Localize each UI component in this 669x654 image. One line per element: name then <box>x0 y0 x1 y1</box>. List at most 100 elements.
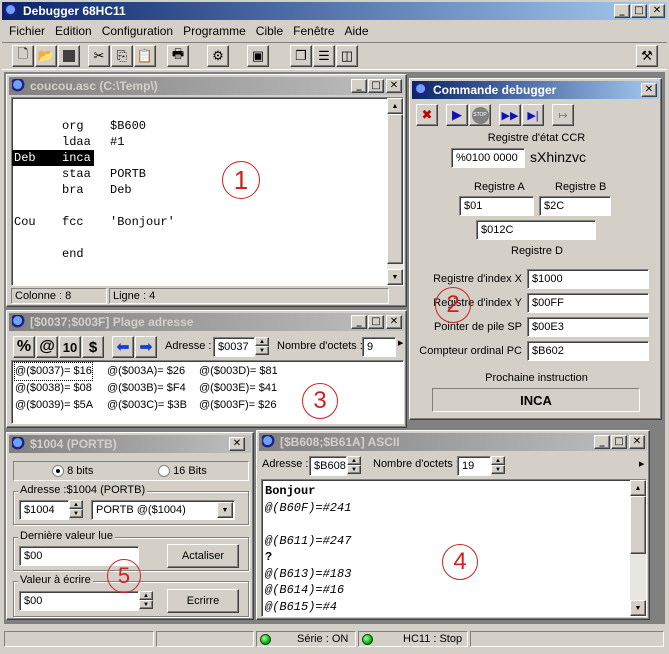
source-line[interactable] <box>14 102 384 118</box>
menu-item-4[interactable]: Cible <box>251 22 288 40</box>
spin-up-icon[interactable]: ▲ <box>255 337 269 346</box>
step-into-icon[interactable]: ▶| <box>522 104 544 126</box>
step-out-icon[interactable]: ↦ <box>552 104 574 126</box>
maximize-icon[interactable]: □ <box>631 4 647 18</box>
source-line[interactable]: bra Deb <box>14 182 384 198</box>
spin-down-icon[interactable]: ▼ <box>491 465 505 474</box>
port-register-select[interactable]: PORTB @($1004) <box>91 500 235 520</box>
port-address-field[interactable]: $1004 <box>19 500 69 520</box>
ascii-address-spinner[interactable]: ▲ ▼ <box>347 456 361 474</box>
range-values[interactable]: @($0037)= $16 @($003A)= $26 @($003D)= $81 @… <box>11 360 404 424</box>
source-editor[interactable]: org $B600 ldaa #1 Deb inca staa PORTB bra Deb Cou f… <box>11 97 404 286</box>
range-titlebar[interactable]: [$0037;$003F] Plage adresse _ □ ✕ <box>9 313 404 331</box>
ascii-window[interactable]: [$B608;$B61A] ASCII _ □ ✕ Adresse : $B60… <box>256 430 650 620</box>
help-icon[interactable]: ⚒ <box>636 45 658 67</box>
reg-y-field[interactable]: $00FF <box>527 293 649 313</box>
compile-icon[interactable]: ⚙ <box>207 45 229 67</box>
debugger-window[interactable]: Commande debugger ✕ ✖ ▶ STOP ▶▶ ▶| ↦ Reg… <box>409 78 662 420</box>
address-spinner[interactable]: ▲ ▼ <box>255 337 269 355</box>
previous-arrow-icon[interactable]: ⬅ <box>112 336 134 358</box>
range-cell[interactable]: @($003B)= $F4 <box>107 380 186 397</box>
ascii-bytes-field[interactable]: 19 <box>457 456 491 476</box>
range-cell[interactable]: @($003A)= $26 <box>107 363 185 380</box>
close-icon[interactable]: ✕ <box>629 435 645 449</box>
close-icon[interactable]: ✕ <box>641 83 657 97</box>
format-hex-button[interactable]: $ <box>82 336 104 358</box>
range-cell[interactable]: @($0038)= $08 <box>15 380 92 397</box>
scroll-up-icon[interactable]: ▲ <box>630 480 646 496</box>
spin-up-icon[interactable]: ▲ <box>491 456 505 465</box>
maximize-icon[interactable]: □ <box>368 315 384 329</box>
next-arrow-icon[interactable]: ➡ <box>135 336 157 358</box>
close-icon[interactable]: ✕ <box>649 4 665 18</box>
spin-up-icon[interactable]: ▲ <box>139 591 153 600</box>
spin-up-icon[interactable]: ▲ <box>69 500 83 509</box>
source-line[interactable]: staa PORTB <box>14 166 384 182</box>
close-icon[interactable]: ✕ <box>386 79 402 93</box>
refresh-button[interactable]: Actaliser <box>167 544 239 568</box>
source-line[interactable]: Cou fcc 'Bonjour' <box>14 214 384 230</box>
pc-field[interactable]: $B602 <box>527 341 649 361</box>
tile-vertical-icon[interactable]: ◫ <box>336 45 358 67</box>
new-file-icon[interactable]: 🗋 <box>12 45 34 67</box>
address-field[interactable]: $0037 <box>213 337 255 357</box>
paste-icon[interactable]: 📋 <box>134 45 156 67</box>
scroll-down-icon[interactable]: ▼ <box>387 269 403 285</box>
menu-item-5[interactable]: Fenêtre <box>288 22 339 40</box>
source-line[interactable]: Deb inca <box>12 150 384 166</box>
maximize-icon[interactable]: □ <box>368 79 384 93</box>
close-icon[interactable]: ✕ <box>229 437 245 451</box>
reg-x-field[interactable]: $1000 <box>527 269 649 289</box>
app-titlebar[interactable]: Debugger 68HC11 _ □ ✕ <box>2 2 667 20</box>
maximize-icon[interactable]: □ <box>611 435 627 449</box>
bytes-field[interactable]: 9 <box>362 337 396 357</box>
range-cell[interactable]: @($003D)= $81 <box>199 363 278 380</box>
radio-8bits[interactable]: 8 bits <box>52 465 93 478</box>
save-icon[interactable] <box>58 45 80 67</box>
format-binary-button[interactable]: % <box>13 336 35 358</box>
range-cell[interactable]: @($003C)= $3B <box>107 397 187 414</box>
range-cell[interactable]: @($0037)= $16 <box>14 362 93 381</box>
menu-item-3[interactable]: Programme <box>178 22 251 40</box>
ascii-bytes-spinner[interactable]: ▲ ▼ <box>491 456 505 474</box>
reg-d-field[interactable]: $012C <box>476 220 596 240</box>
source-line[interactable]: ldaa #1 <box>14 134 384 150</box>
copy-icon[interactable]: ⎘ <box>111 45 133 67</box>
spin-down-icon[interactable]: ▼ <box>347 465 361 474</box>
menu-item-6[interactable]: Aide <box>340 22 374 40</box>
ascii-scrollbar[interactable]: ▲ ▼ <box>630 480 646 616</box>
write-button[interactable]: Ecrirre <box>167 589 239 613</box>
ascii-address-field[interactable]: $B608 <box>309 456 347 476</box>
port-address-spinner[interactable]: ▲ ▼ <box>69 500 83 518</box>
open-folder-icon[interactable]: 📂 <box>35 45 57 67</box>
scroll-down-icon[interactable]: ▼ <box>630 600 646 616</box>
stop-icon[interactable]: STOP <box>469 104 491 126</box>
reg-a-field[interactable]: $01 <box>459 196 534 216</box>
debugger-titlebar[interactable]: Commande debugger ✕ <box>412 81 659 99</box>
run-icon[interactable]: ▶ <box>446 104 468 126</box>
spin-down-icon[interactable]: ▼ <box>139 600 153 609</box>
ccr-field[interactable]: %0100 0000 <box>451 148 525 168</box>
source-line[interactable] <box>14 230 384 246</box>
ascii-more-arrow-icon[interactable]: ▶ <box>639 460 644 468</box>
ascii-values[interactable]: Bonjour @(B60F)=#241 @(B611)=#247? @(B613)=… <box>261 479 647 617</box>
source-line[interactable]: org $B600 <box>14 118 384 134</box>
step-over-icon[interactable]: ▶▶ <box>499 104 521 126</box>
reset-icon[interactable]: ✖ <box>416 104 438 126</box>
source-window[interactable]: coucou.asc (C:\Temp\) _ □ ✕ org $B600 ldaa… <box>6 74 407 307</box>
spin-down-icon[interactable]: ▼ <box>255 346 269 355</box>
scroll-up-icon[interactable]: ▲ <box>387 98 403 114</box>
target-chip-icon[interactable]: ▣ <box>247 45 269 67</box>
menu-item-2[interactable]: Configuration <box>97 22 178 40</box>
radio-16bits[interactable]: 16 Bits <box>158 465 207 478</box>
cut-icon[interactable]: ✂ <box>88 45 110 67</box>
sp-field[interactable]: $00E3 <box>527 317 649 337</box>
port-window[interactable]: $1004 (PORTB) ✕ 8 bits 16 Bits Adresse :… <box>6 432 254 620</box>
minimize-icon[interactable]: _ <box>351 315 367 329</box>
cascade-windows-icon[interactable]: ❐ <box>290 45 312 67</box>
scroll-thumb[interactable] <box>387 114 403 264</box>
close-icon[interactable]: ✕ <box>386 315 402 329</box>
scroll-thumb[interactable] <box>630 496 646 554</box>
range-cell[interactable]: @($003F)= $26 <box>199 397 277 414</box>
ascii-titlebar[interactable]: [$B608;$B61A] ASCII _ □ ✕ <box>259 433 647 451</box>
